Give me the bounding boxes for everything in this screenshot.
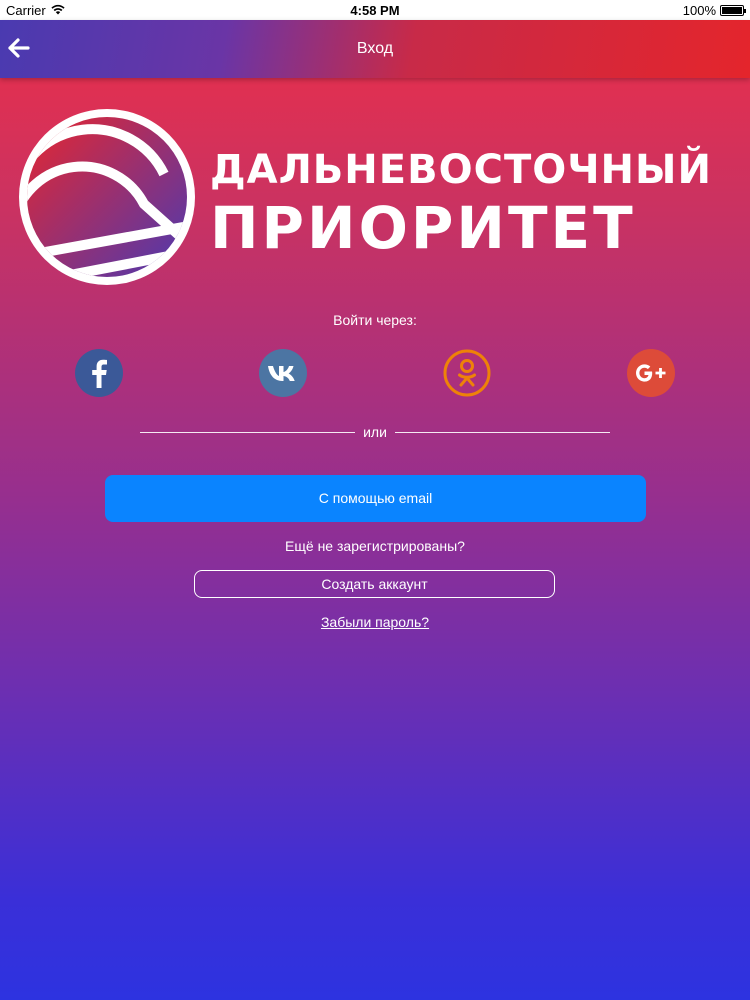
- google-plus-login-button[interactable]: [626, 348, 676, 398]
- battery-level: [722, 7, 742, 14]
- status-time: 4:58 PM: [350, 3, 400, 18]
- page-title: Вход: [356, 40, 394, 57]
- not-registered-text: Ещё не зарегистрированы?: [285, 538, 465, 554]
- logo-line-1: ДАЛЬНЕВОСТОЧНЫЙ: [210, 147, 712, 193]
- odnoklassniki-login-button[interactable]: [442, 348, 492, 398]
- login-via-label: Войти через:: [333, 312, 417, 328]
- email-login-button[interactable]: С помощью email: [105, 475, 646, 522]
- create-account-button[interactable]: Создать аккаунт: [194, 570, 555, 598]
- forgot-password-container: Забыли пароль?: [0, 614, 750, 630]
- logo-line-2: ПРИОРИТЕТ: [210, 194, 636, 262]
- logo: ДАЛЬНЕВОСТОЧНЫЙ ПРИОРИТЕТ: [14, 104, 734, 290]
- navigation-bar: Вход: [0, 20, 750, 78]
- vk-icon: [259, 349, 307, 397]
- vk-login-button[interactable]: [258, 348, 308, 398]
- google-plus-icon: [627, 349, 675, 397]
- facebook-login-button[interactable]: [74, 348, 124, 398]
- facebook-icon: [75, 349, 123, 397]
- or-divider: или: [140, 424, 610, 440]
- battery-icon: [720, 5, 746, 16]
- forgot-password-link[interactable]: Забыли пароль?: [321, 614, 429, 630]
- logo-wordmark: ДАЛЬНЕВОСТОЧНЫЙ ПРИОРИТЕТ: [210, 144, 712, 260]
- odnoklassniki-icon: [443, 349, 491, 397]
- status-bar: Carrier 4:58 PM 100%: [0, 0, 750, 20]
- battery-percent: 100%: [682, 3, 716, 18]
- status-right: 100%: [682, 3, 746, 18]
- divider-label: или: [363, 424, 387, 440]
- logo-emblem-icon: [19, 109, 195, 285]
